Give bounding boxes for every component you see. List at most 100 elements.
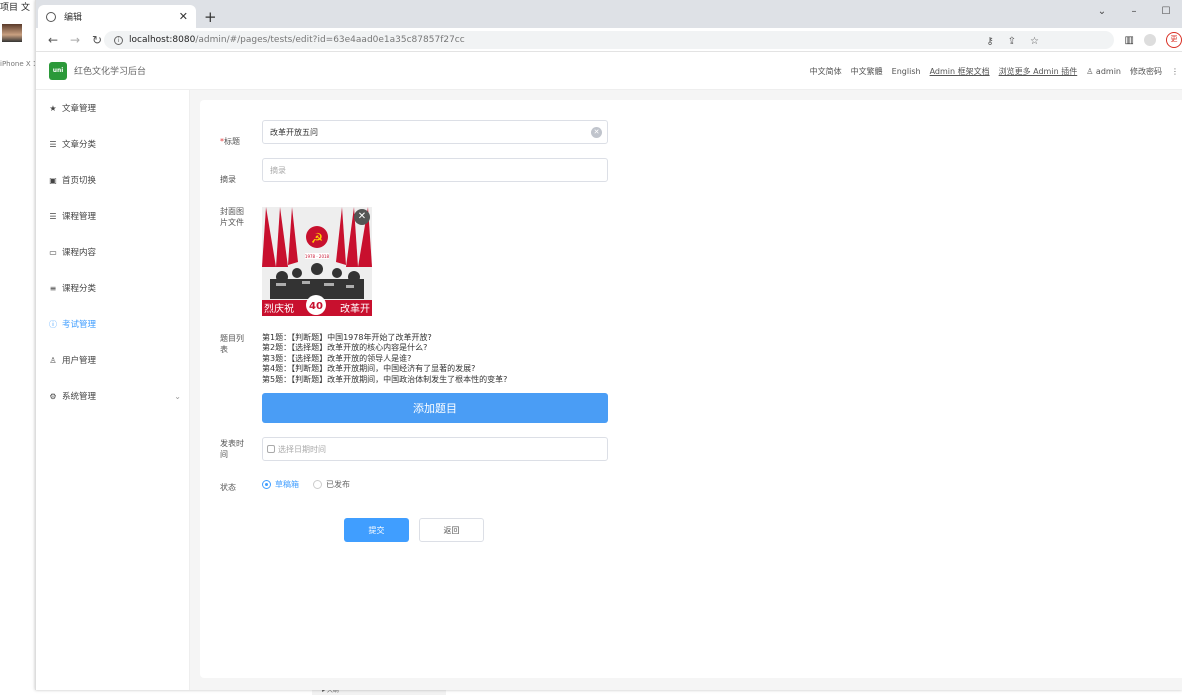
- change-password-link[interactable]: 修改密码: [1130, 66, 1162, 77]
- profile-icon[interactable]: [1144, 34, 1156, 46]
- chevron-down-icon: ⌄: [174, 391, 181, 401]
- sidebar-item-course-categories[interactable]: ≡ 课程分类: [36, 270, 189, 306]
- svg-text:40: 40: [309, 301, 323, 312]
- clear-icon[interactable]: ✕: [591, 127, 602, 138]
- publish-time-label: 发表时间: [220, 439, 244, 459]
- status-draft-radio[interactable]: 草稿箱: [262, 479, 299, 490]
- list-item[interactable]: 第3题：【选择题】改革开放的领导人是谁?: [262, 354, 608, 364]
- cover-row: 封面图片文件: [220, 206, 248, 228]
- add-question-button[interactable]: 添加题目: [262, 393, 608, 423]
- chevron-down-icon[interactable]: ⌄: [1086, 6, 1118, 17]
- svg-text:☭: ☭: [311, 231, 324, 247]
- sidebar-item-label: 课程管理: [62, 212, 97, 222]
- sidebar-item-label: 首页切换: [62, 176, 97, 186]
- svg-text:烈庆祝: 烈庆祝: [264, 302, 294, 315]
- list-item[interactable]: 第2题：【选择题】改革开放的核心内容是什么?: [262, 343, 608, 353]
- more-icon[interactable]: ⋮: [1171, 67, 1179, 76]
- minimize-button[interactable]: –: [1118, 6, 1150, 17]
- cover-image[interactable]: ☭ 1978 · 2018 烈庆祝 40 改革开 ✕: [262, 207, 372, 316]
- summary-input[interactable]: 摘录: [262, 158, 608, 182]
- main-content: *标题 改革开放五问 ✕ 摘录 摘录 封面图片文件 ☭ 1978 · 2018 …: [190, 90, 1182, 690]
- datetime-placeholder: 选择日期时间: [278, 444, 326, 454]
- window-controls: ⌄ – ☐: [1086, 0, 1182, 22]
- lang-zh-hans-link[interactable]: 中文简体: [810, 66, 842, 77]
- status-row: 状态: [220, 482, 256, 493]
- sidebar-item-label: 课程内容: [62, 248, 97, 258]
- swap-icon: ▣: [49, 175, 57, 185]
- desktop-menu-item[interactable]: 文: [21, 3, 30, 13]
- app-logo: uni: [49, 61, 67, 80]
- user-icon: ♙: [49, 355, 57, 365]
- question-list: 第1题：【判断题】中国1978年开始了改革开放? 第2题：【选择题】改革开放的核…: [262, 333, 608, 385]
- user-menu[interactable]: ♙ admin: [1086, 67, 1121, 76]
- video-icon: ▭: [49, 247, 57, 257]
- edit-form-card: *标题 改革开放五问 ✕ 摘录 摘录 封面图片文件 ☭ 1978 · 2018 …: [200, 100, 1182, 678]
- sidebar-item-label: 用户管理: [62, 356, 97, 366]
- key-icon[interactable]: ⚷: [986, 36, 993, 47]
- sidebar-item-users[interactable]: ♙ 用户管理: [36, 342, 189, 378]
- sidebar-item-articles[interactable]: ★ 文章管理: [36, 90, 189, 126]
- status-radio-group: 草稿箱 已发布: [262, 479, 364, 490]
- lang-zh-hant-link[interactable]: 中文繁體: [851, 66, 883, 77]
- status-published-radio[interactable]: 已发布: [313, 479, 350, 490]
- questions-label: 题目列表: [220, 334, 244, 354]
- maximize-button[interactable]: ☐: [1150, 6, 1182, 17]
- submit-button[interactable]: 提交: [344, 518, 409, 542]
- user-icon: ♙: [1086, 66, 1094, 76]
- sidebar-item-article-categories[interactable]: ☰ 文章分类: [36, 126, 189, 162]
- questions-row: 题目列表: [220, 333, 248, 355]
- list-item[interactable]: 第1题：【判断题】中国1978年开始了改革开放?: [262, 333, 608, 343]
- desktop-menu-item[interactable]: 项目: [0, 3, 18, 13]
- address-bar-row: ← → ↻ i localhost:8080/admin/#/pages/tes…: [36, 28, 1182, 52]
- sidepanel-icon[interactable]: ▥: [1125, 35, 1134, 46]
- sidebar-item-home-switch[interactable]: ▣ 首页切换: [36, 162, 189, 198]
- url-input[interactable]: i localhost:8080/admin/#/pages/tests/edi…: [104, 31, 1114, 49]
- publish-time-row: 发表时间: [220, 438, 248, 460]
- list-item[interactable]: 第4题：【判断题】改革开放期间，中国经济有了显著的发展?: [262, 364, 608, 374]
- sidebar-item-label: 系统管理: [62, 392, 97, 402]
- sidebar-item-course-content[interactable]: ▭ 课程内容: [36, 234, 189, 270]
- sidebar: ★ 文章管理 ☰ 文章分类 ▣ 首页切换 ☰ 课程管理 ▭ 课程内容 ≡ 课程分类 ⓘ 考试管…: [36, 90, 190, 690]
- docs-link[interactable]: Admin 框架文档: [930, 66, 990, 77]
- plugins-link[interactable]: 浏览更多 Admin 插件: [999, 66, 1078, 77]
- browser-window: 编辑 ✕ + ⌄ – ☐ ← → ↻ i localhost:8080/admi…: [35, 0, 1182, 690]
- list-icon: ☰: [49, 139, 57, 149]
- svg-text:1978 · 2018: 1978 · 2018: [305, 254, 330, 259]
- close-icon[interactable]: ✕: [179, 10, 188, 23]
- header-links: 中文简体 中文繁體 English Admin 框架文档 浏览更多 Admin …: [810, 52, 1182, 90]
- datetime-picker[interactable]: 选择日期时间: [262, 437, 608, 461]
- desktop-menu: 项目文: [0, 0, 40, 14]
- cover-label: 封面图片文件: [220, 207, 244, 227]
- forward-arrow-icon[interactable]: →: [64, 33, 86, 47]
- title-value: 改革开放五问: [270, 127, 318, 137]
- browser-tab[interactable]: 编辑 ✕: [38, 5, 196, 28]
- gear-icon: ⚙: [49, 391, 57, 401]
- app-header: uni 红色文化学习后台 中文简体 中文繁體 English Admin 框架文…: [36, 52, 1182, 90]
- info-icon[interactable]: i: [114, 35, 123, 45]
- device-label: iPhone X 1: [0, 60, 36, 68]
- cover-poster-image: ☭ 1978 · 2018 烈庆祝 40 改革开: [262, 207, 372, 316]
- lang-en-link[interactable]: English: [892, 67, 921, 76]
- sidebar-item-system[interactable]: ⚙ 系统管理 ⌄: [36, 378, 189, 414]
- star-icon[interactable]: ☆: [1030, 36, 1039, 47]
- star-icon: ★: [49, 103, 57, 113]
- user-name: admin: [1095, 66, 1121, 76]
- sidebar-item-label: 考试管理: [62, 320, 97, 330]
- back-button[interactable]: 返回: [419, 518, 484, 542]
- back-arrow-icon[interactable]: ←: [42, 33, 64, 47]
- remove-image-button[interactable]: ✕: [354, 209, 370, 225]
- tab-strip: 编辑 ✕ + ⌄ – ☐: [36, 0, 1182, 28]
- update-button[interactable]: 更: [1166, 32, 1182, 48]
- new-tab-button[interactable]: +: [204, 8, 217, 26]
- share-icon[interactable]: ⇪: [1008, 36, 1016, 47]
- list-item[interactable]: 第5题：【判断题】改革开放期间，中国政治体制发生了根本性的变革?: [262, 375, 608, 385]
- sidebar-item-courses[interactable]: ☰ 课程管理: [36, 198, 189, 234]
- title-input[interactable]: 改革开放五问 ✕: [262, 120, 608, 144]
- list-icon: ☰: [49, 211, 57, 221]
- sidebar-item-label: 文章分类: [62, 140, 97, 150]
- title-label: *标题: [220, 137, 240, 146]
- url-path: /admin/#/pages/tests/edit?id=63e4aad0e1a…: [195, 35, 465, 45]
- sidebar-item-exams[interactable]: ⓘ 考试管理: [36, 306, 189, 342]
- avatar[interactable]: [2, 24, 22, 42]
- status-label: 状态: [220, 483, 236, 492]
